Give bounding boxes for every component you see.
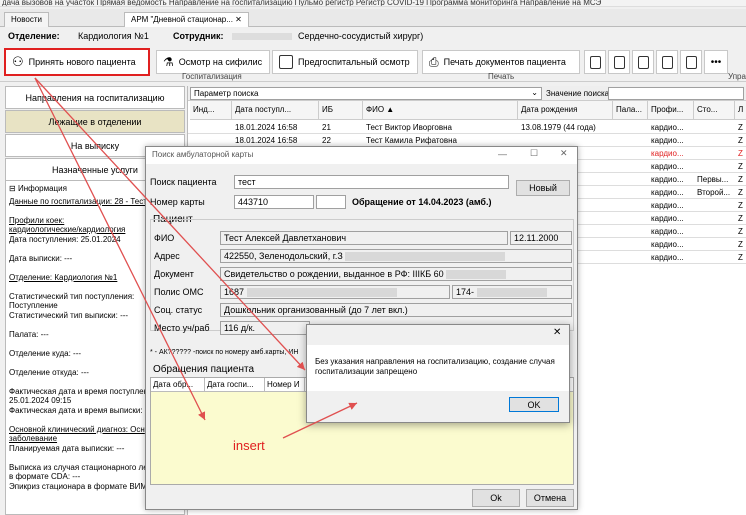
- annotation-arrows: [34, 77, 358, 439]
- arrow-to-appeals: [34, 77, 206, 421]
- arrow-to-message: [34, 77, 306, 371]
- arrow-insert: [282, 402, 358, 439]
